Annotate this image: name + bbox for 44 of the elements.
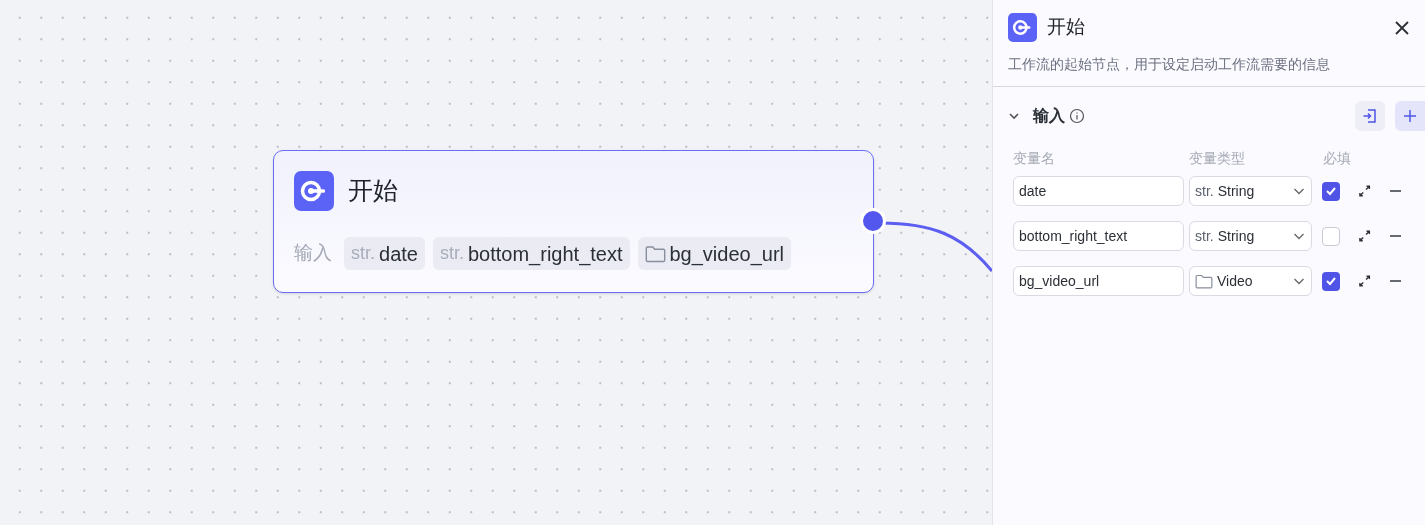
panel-description: 工作流的起始节点，用于设定启动工作流需要的信息 [1008,56,1331,74]
input-name: bg_video_url [669,241,785,268]
input-name: date [379,241,418,267]
expand-icon[interactable] [1358,184,1372,199]
section-title: 输入 [1033,106,1065,127]
panel-title: 开始 [1047,15,1086,40]
type-prefix: str. [351,242,375,265]
type-select[interactable]: Video [1189,266,1313,297]
type-prefix: str. [439,242,464,265]
type-prefix: str. [1195,226,1214,246]
required-checkbox[interactable] [1322,181,1341,201]
start-node-card[interactable]: 开始 输入 str. date str. bottom_right_text bg_video_url [273,150,874,293]
type-prefix: str. [1195,181,1214,201]
folder-icon [1195,273,1213,289]
column-header: 变量类型 [1189,149,1246,169]
type-select[interactable]: str. String [1189,221,1313,252]
required-checkbox[interactable] [1322,226,1341,246]
check-icon [1325,185,1338,198]
type-select[interactable]: str. String [1189,176,1313,207]
info-icon[interactable] [1069,108,1085,125]
check-icon [1325,275,1338,288]
variable-name-field[interactable]: date [1013,176,1184,207]
import-icon [1362,108,1378,125]
column-header: 必填 [1323,149,1351,169]
start-node-icon [294,171,334,211]
input-name: bottom_right_text [467,241,623,268]
type-value: String [1217,181,1256,201]
variable-name-field[interactable]: bg_video_url [1013,266,1184,297]
add-button[interactable] [1395,101,1425,132]
type-value: String [1217,226,1256,246]
output-port[interactable] [860,208,886,234]
close-icon[interactable] [1394,19,1410,36]
column-header: 变量名 [1013,149,1056,169]
required-checkbox[interactable] [1322,271,1341,291]
expand-icon[interactable] [1358,274,1372,289]
node-title: 开始 [348,175,398,207]
variable-name-field[interactable]: bottom_right_text [1013,221,1184,252]
import-button[interactable] [1355,101,1385,132]
type-value: Video [1217,271,1254,291]
start-node-icon [1008,13,1037,42]
folder-icon [644,244,666,263]
expand-icon[interactable] [1358,229,1372,244]
plus-icon [1403,109,1417,124]
inputs-label: 输入 [294,241,332,266]
